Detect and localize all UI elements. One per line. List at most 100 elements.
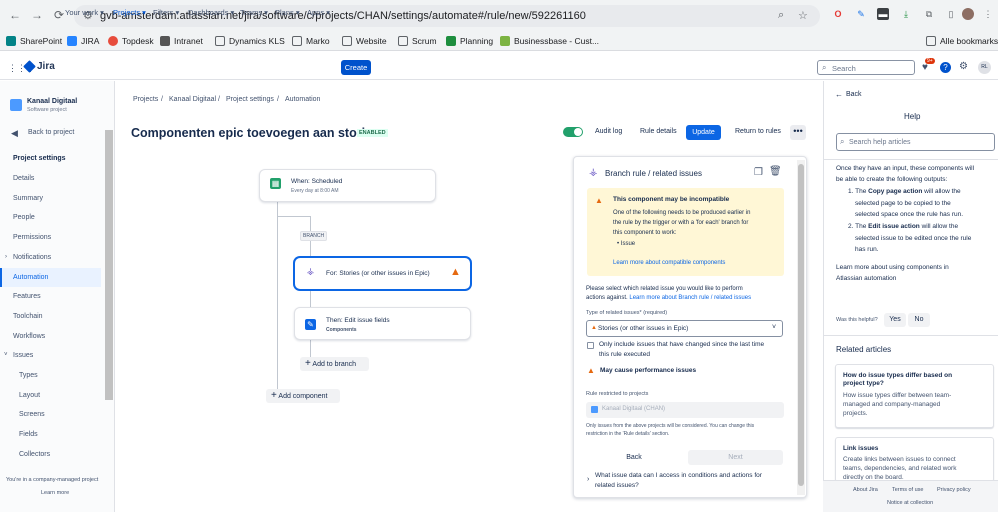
sidebar-subitem-collectors[interactable]: Collectors bbox=[19, 451, 50, 458]
sidebar-item-details[interactable]: Details bbox=[13, 175, 34, 182]
bookmark-businessbase[interactable]: Businessbase - Cust... bbox=[500, 35, 599, 47]
back-arrow-icon[interactable]: ← bbox=[8, 8, 22, 22]
sidebar-subitem-fields[interactable]: Fields bbox=[19, 431, 38, 438]
help-search-input[interactable]: ⌕ Search help articles bbox=[836, 133, 995, 151]
rule-details-button[interactable]: Rule details bbox=[640, 128, 677, 135]
download-extension-icon[interactable]: ⤓ bbox=[900, 8, 912, 20]
bookmark-website[interactable]: Website bbox=[342, 35, 387, 47]
learn-more-link[interactable]: Learn more bbox=[41, 490, 69, 496]
related-article-2[interactable]: Link issues Create links between issues … bbox=[835, 437, 994, 482]
chevron-right-icon[interactable]: › bbox=[587, 476, 589, 483]
add-component-button[interactable]: + Add component bbox=[266, 389, 340, 403]
breadcrumb-automation[interactable]: Automation bbox=[285, 96, 320, 103]
add-to-branch-button[interactable]: + Add to branch bbox=[300, 357, 369, 371]
update-button[interactable]: Update bbox=[686, 125, 721, 140]
search-input[interactable]: ⌕ Search bbox=[817, 60, 915, 75]
nav-plans[interactable]: Plans ▾ bbox=[275, 8, 300, 17]
panel-scrollbar[interactable] bbox=[797, 160, 805, 495]
components-help-link-2[interactable]: Atlassian automation bbox=[836, 275, 896, 282]
trigger-card[interactable]: ▦ When: Scheduled Every day at 8:00 AM bbox=[259, 169, 436, 202]
components-help-link-1[interactable]: Learn more about using components in bbox=[836, 264, 949, 271]
trash-icon[interactable]: 🗑 bbox=[769, 166, 782, 177]
privacy-link[interactable]: Privacy policy bbox=[937, 487, 971, 493]
sidebar-item-notifications[interactable]: Notifications bbox=[13, 254, 51, 261]
sidebar-item-toolchain[interactable]: Toolchain bbox=[13, 313, 43, 320]
more-actions-icon[interactable]: ••• bbox=[790, 125, 806, 140]
help-icon[interactable]: ? bbox=[940, 62, 951, 73]
faq-link-2[interactable]: related issues? bbox=[595, 482, 639, 489]
nav-dashboards[interactable]: Dashboards ▾ bbox=[188, 8, 234, 17]
next-button[interactable]: Next bbox=[688, 450, 783, 465]
extensions-puzzle-icon[interactable]: ⧉ bbox=[923, 8, 935, 20]
nav-teams[interactable]: Teams ▾ bbox=[240, 8, 268, 17]
nav-projects[interactable]: Projects ▾ bbox=[113, 8, 146, 17]
rule-enable-toggle[interactable] bbox=[563, 127, 583, 137]
related-article-1[interactable]: How do issue types differ based on proje… bbox=[835, 364, 994, 428]
back-circle-icon[interactable]: ◀ bbox=[11, 128, 18, 139]
sidebar-item-workflows[interactable]: Workflows bbox=[13, 333, 45, 340]
opera-extension-icon[interactable]: O bbox=[832, 8, 844, 20]
breadcrumb-projects[interactable]: Projects bbox=[133, 96, 158, 103]
create-button[interactable]: Create bbox=[341, 60, 371, 75]
chevron-right-icon[interactable]: › bbox=[5, 254, 7, 260]
sidebar-item-permissions[interactable]: Permissions bbox=[13, 234, 51, 241]
bookmark-jira[interactable]: JIRA bbox=[67, 35, 99, 47]
nav-apps[interactable]: Apps ▾ bbox=[307, 8, 330, 17]
screen-extension-icon[interactable]: ▬ bbox=[877, 8, 889, 20]
duplicate-icon[interactable]: ❐ bbox=[754, 167, 763, 178]
return-to-rules-button[interactable]: Return to rules bbox=[735, 128, 781, 135]
about-jira-link[interactable]: About Jira bbox=[853, 487, 878, 493]
user-avatar[interactable]: RL bbox=[978, 61, 991, 74]
nav-your-work[interactable]: Your work ▾ bbox=[65, 8, 104, 17]
branch-rule-help-link[interactable]: Learn more about Branch rule / related i… bbox=[629, 295, 751, 301]
zoom-icon[interactable]: ⌕ bbox=[778, 9, 784, 22]
helpful-no-button[interactable]: No bbox=[908, 313, 930, 327]
bookmark-star-icon[interactable]: ☆ bbox=[798, 9, 808, 22]
sidebar-item-summary[interactable]: Summary bbox=[13, 195, 43, 202]
audit-log-button[interactable]: Audit log bbox=[595, 128, 622, 135]
jira-logo-text[interactable]: Jira bbox=[37, 61, 55, 72]
help-back-button[interactable]: Back bbox=[846, 91, 862, 98]
sidebar-subitem-types[interactable]: Types bbox=[19, 372, 38, 379]
breadcrumb-project[interactable]: Kanaal Digitaal bbox=[169, 96, 216, 103]
nav-filters[interactable]: Filters ▾ bbox=[153, 8, 179, 17]
sidebar-subitem-screens[interactable]: Screens bbox=[19, 411, 45, 418]
helpful-yes-button[interactable]: Yes bbox=[884, 313, 906, 327]
address-bar[interactable]: ⚙ gvb-amsterdam.atlassian.net/jira/softw… bbox=[74, 5, 820, 27]
reload-icon[interactable]: ⟳ bbox=[52, 8, 66, 22]
back-to-project-link[interactable]: Back to project bbox=[28, 129, 74, 136]
sidepanel-icon[interactable]: ▯ bbox=[945, 8, 957, 20]
sidebar-item-issues[interactable]: Issues bbox=[13, 352, 33, 359]
back-arrow-icon[interactable]: ← bbox=[835, 90, 843, 99]
browser-menu-icon[interactable]: ⋮ bbox=[982, 8, 994, 20]
sidebar-item-features[interactable]: Features bbox=[13, 293, 41, 300]
sidebar-subitem-layout[interactable]: Layout bbox=[19, 392, 40, 399]
pen-extension-icon[interactable]: ✎ bbox=[855, 8, 867, 20]
sidebar-item-automation[interactable]: Automation bbox=[13, 274, 48, 281]
chevron-down-icon[interactable]: ˅ bbox=[4, 352, 8, 358]
forward-arrow-icon[interactable]: → bbox=[30, 8, 44, 22]
branch-card[interactable]: ⚶ For: Stories (or other issues in Epic)… bbox=[294, 257, 471, 290]
bookmark-dynamics[interactable]: Dynamics KLS bbox=[215, 35, 285, 47]
breadcrumb-settings[interactable]: Project settings bbox=[226, 96, 274, 103]
rule-title[interactable]: Componenten epic toevoegen aan stories bbox=[131, 126, 379, 140]
faq-link-1[interactable]: What issue data can I access in conditio… bbox=[595, 472, 762, 479]
bookmark-planning[interactable]: Planning bbox=[446, 35, 493, 47]
settings-gear-icon[interactable]: ⚙ bbox=[959, 61, 968, 72]
profile-avatar[interactable] bbox=[962, 8, 974, 20]
panel-scroll-thumb[interactable] bbox=[798, 164, 804, 486]
back-button[interactable]: Back bbox=[586, 450, 682, 465]
bookmark-marko[interactable]: Marko bbox=[292, 35, 330, 47]
notice-link[interactable]: Notice at collection bbox=[887, 500, 933, 506]
bookmark-intranet[interactable]: Intranet bbox=[160, 35, 203, 47]
sidebar-item-people[interactable]: People bbox=[13, 214, 35, 221]
all-bookmarks[interactable]: Alle bookmarks bbox=[926, 35, 998, 47]
terms-link[interactable]: Terms of use bbox=[892, 487, 923, 493]
bookmark-scrum[interactable]: Scrum bbox=[398, 35, 437, 47]
bookmark-topdesk[interactable]: Topdesk bbox=[108, 35, 154, 47]
sidebar-scrollbar[interactable] bbox=[105, 130, 113, 400]
bookmark-sharepoint[interactable]: SharePoint bbox=[6, 35, 62, 47]
related-issues-type-select[interactable]: ▲ Stories (or other issues in Epic) ˅ bbox=[586, 320, 783, 337]
compatible-components-link[interactable]: Learn more about compatible components bbox=[613, 260, 725, 266]
action-card[interactable]: ✎ Then: Edit issue fields Components bbox=[294, 307, 471, 340]
